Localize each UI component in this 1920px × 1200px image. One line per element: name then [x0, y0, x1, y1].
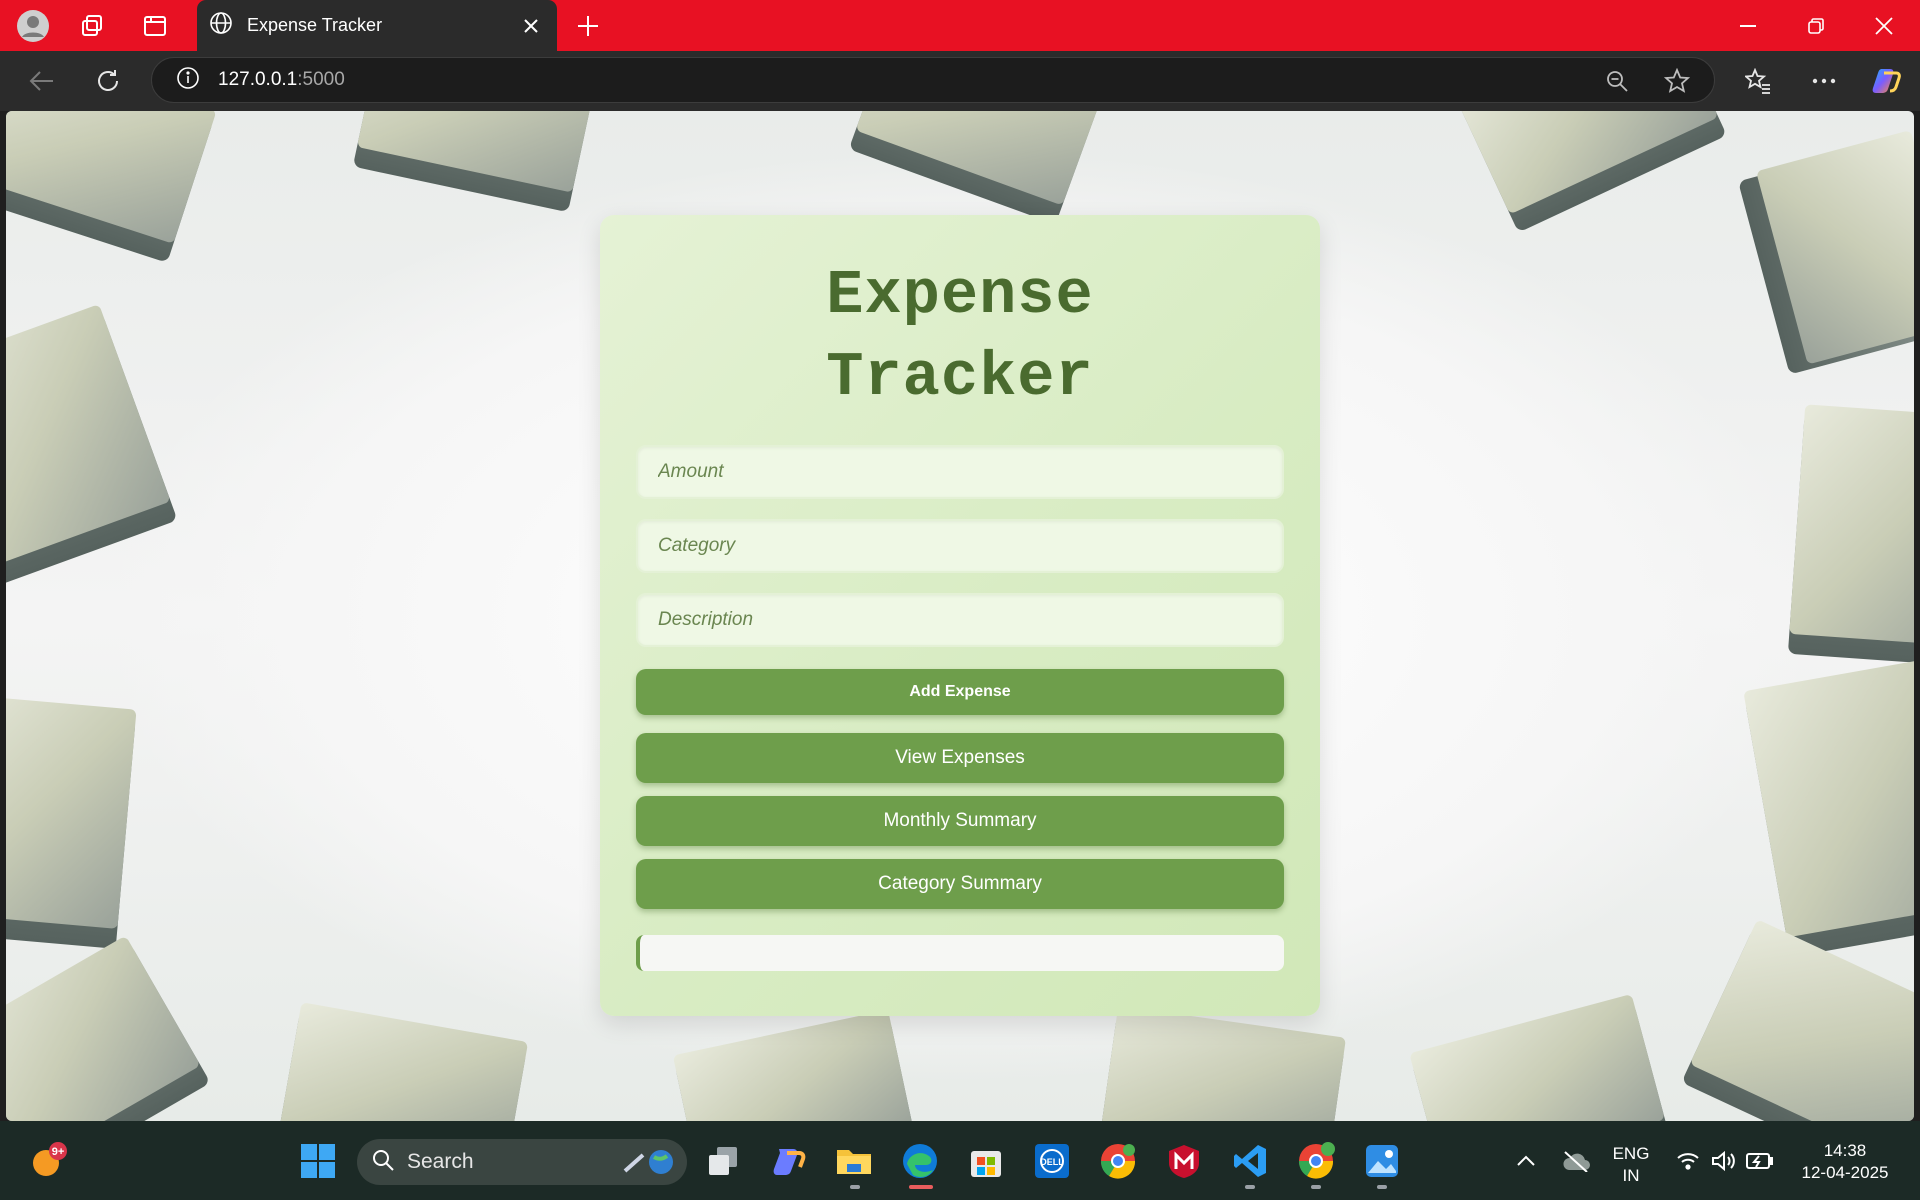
- chrome-open-indicator: [1311, 1185, 1321, 1189]
- globe-icon: [209, 11, 233, 40]
- dell-app-icon[interactable]: DELL: [1032, 1141, 1072, 1181]
- region-code: IN: [1622, 1166, 1640, 1185]
- vscode-icon[interactable]: [1230, 1141, 1270, 1181]
- zoom-out-icon[interactable]: [1599, 63, 1635, 99]
- microsoft-store-icon[interactable]: [966, 1141, 1006, 1181]
- title-line-1: Expense: [826, 260, 1094, 331]
- weather-widget-icon[interactable]: 9+: [28, 1141, 68, 1181]
- output-panel: [636, 935, 1284, 971]
- title-line-2: Tracker: [826, 342, 1094, 413]
- more-options-icon[interactable]: [1806, 63, 1842, 99]
- notification-badge: 9+: [52, 1146, 65, 1158]
- amount-input[interactable]: [658, 461, 1282, 483]
- expense-form-card: Expense Tracker Add Expense View Expense…: [600, 215, 1320, 1016]
- refresh-icon[interactable]: [90, 63, 126, 99]
- site-info-icon[interactable]: [176, 66, 200, 95]
- url-port: :5000: [297, 69, 345, 90]
- page-viewport: Expense Tracker Add Expense View Expense…: [6, 111, 1914, 1121]
- chrome-profile-k-icon[interactable]: [1098, 1141, 1138, 1181]
- restore-icon[interactable]: [1788, 0, 1844, 51]
- monthly-summary-button[interactable]: Monthly Summary: [636, 796, 1284, 846]
- favorite-star-icon[interactable]: [1659, 63, 1695, 99]
- category-summary-button[interactable]: Category Summary: [636, 859, 1284, 909]
- category-input[interactable]: [658, 535, 1282, 557]
- tab-title: Expense Tracker: [247, 15, 383, 35]
- description-field[interactable]: [636, 593, 1284, 647]
- clock-time: 14:38: [1823, 1141, 1867, 1160]
- search-highlight-icon: [621, 1147, 677, 1182]
- close-tab-icon[interactable]: [517, 12, 545, 40]
- taskbar-search[interactable]: Search: [357, 1139, 687, 1185]
- show-hidden-icons-chevron-icon[interactable]: [1506, 1141, 1546, 1181]
- mcafee-icon[interactable]: [1164, 1141, 1204, 1181]
- task-view-icon[interactable]: [703, 1141, 743, 1181]
- photos-app-icon[interactable]: [1362, 1141, 1402, 1181]
- vscode-open-indicator: [1245, 1185, 1255, 1189]
- battery-charging-icon[interactable]: [1740, 1141, 1780, 1181]
- taskbar: 9+ Search DELL ENG IN 14:38 12-04-2025: [0, 1121, 1920, 1200]
- address-bar[interactable]: 127.0.0.1:5000: [151, 57, 1715, 103]
- search-label: Search: [407, 1150, 474, 1173]
- clock[interactable]: 14:38 12-04-2025: [1790, 1140, 1900, 1184]
- search-icon: [371, 1148, 395, 1177]
- url-text: 127.0.0.1:5000: [218, 69, 345, 91]
- minimize-icon[interactable]: [1720, 0, 1776, 51]
- svg-text:DELL: DELL: [1040, 1157, 1064, 1167]
- explorer-open-indicator: [850, 1185, 860, 1189]
- browser-toolbar: 127.0.0.1:5000: [0, 51, 1920, 111]
- add-expense-button[interactable]: Add Expense: [636, 669, 1284, 715]
- browser-tab-bar: Expense Tracker: [0, 0, 1920, 51]
- close-window-icon[interactable]: [1856, 0, 1912, 51]
- photos-open-indicator: [1377, 1185, 1387, 1189]
- view-expenses-button[interactable]: View Expenses: [636, 733, 1284, 783]
- description-input[interactable]: [658, 609, 1282, 631]
- copilot-app-icon[interactable]: [769, 1141, 809, 1181]
- language-indicator[interactable]: ENG IN: [1603, 1143, 1659, 1187]
- category-field[interactable]: [636, 519, 1284, 573]
- start-windows-icon[interactable]: [298, 1141, 338, 1181]
- profile-avatar-icon[interactable]: [9, 0, 57, 51]
- page-title: Expense Tracker: [600, 255, 1320, 419]
- tab-actions-icon[interactable]: [131, 0, 179, 51]
- wifi-icon[interactable]: [1668, 1141, 1708, 1181]
- edge-active-indicator: [909, 1185, 933, 1189]
- new-tab-icon[interactable]: [570, 8, 606, 44]
- chrome-profile-p-icon[interactable]: [1296, 1141, 1336, 1181]
- tab-expense-tracker[interactable]: Expense Tracker: [197, 0, 557, 51]
- workspaces-icon[interactable]: [68, 0, 116, 51]
- volume-icon[interactable]: [1704, 1141, 1744, 1181]
- url-host: 127.0.0.1: [218, 69, 298, 90]
- clock-date: 12-04-2025: [1801, 1163, 1889, 1182]
- language-code: ENG: [1612, 1144, 1650, 1163]
- edge-browser-icon[interactable]: [900, 1141, 940, 1181]
- amount-field[interactable]: [636, 445, 1284, 499]
- file-explorer-icon[interactable]: [834, 1141, 874, 1181]
- back-arrow-icon[interactable]: [24, 63, 60, 99]
- onedrive-offline-icon[interactable]: [1556, 1141, 1596, 1181]
- favorites-list-icon[interactable]: [1740, 63, 1776, 99]
- copilot-icon[interactable]: [1868, 63, 1904, 99]
